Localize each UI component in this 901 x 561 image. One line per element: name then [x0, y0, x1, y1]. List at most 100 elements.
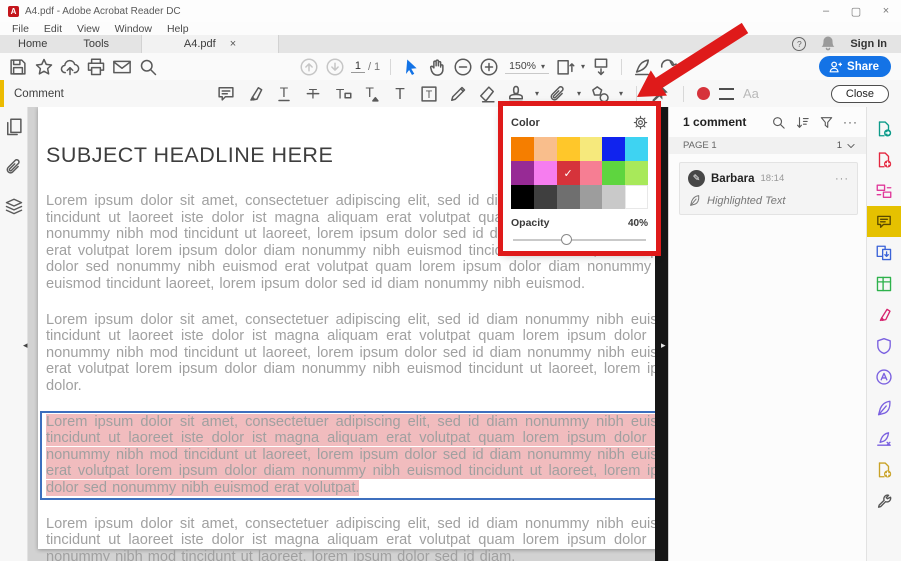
filter-comments-icon[interactable] [819, 115, 834, 130]
tool-organize-pages[interactable] [867, 268, 901, 299]
minimize-button[interactable]: – [811, 5, 841, 18]
color-swatch-11[interactable] [602, 161, 625, 185]
chevron-down-icon[interactable]: ▾ [619, 89, 623, 98]
collapse-right-panel-icon[interactable]: ▸ [661, 340, 666, 351]
color-swatch-3[interactable] [557, 137, 580, 161]
color-swatch-6[interactable] [625, 137, 648, 161]
maximize-button[interactable]: ▢ [841, 5, 871, 18]
color-swatch-4[interactable] [580, 137, 603, 161]
strikethrough-text-icon[interactable]: T [303, 84, 323, 104]
highlight-text-icon[interactable] [245, 84, 265, 104]
print-icon[interactable] [86, 57, 106, 77]
tab-home[interactable]: Home [0, 35, 65, 53]
cloud-upload-icon[interactable] [60, 57, 80, 77]
fill-sign-icon[interactable] [632, 57, 652, 77]
color-swatch-2[interactable] [534, 137, 557, 161]
tool-combine-files[interactable] [867, 237, 901, 268]
save-icon[interactable] [8, 57, 28, 77]
color-swatch-14[interactable] [534, 185, 557, 209]
close-window-button[interactable]: × [871, 5, 901, 18]
tool-more-tools[interactable] [867, 485, 901, 516]
previous-page-icon[interactable] [299, 57, 319, 77]
find-icon[interactable] [138, 57, 158, 77]
color-swatch-16[interactable] [580, 185, 603, 209]
sticky-note-icon[interactable] [216, 84, 236, 104]
left-rail-attachments-icon[interactable] [4, 157, 24, 177]
fit-options-icon[interactable] [555, 57, 575, 77]
opacity-slider[interactable] [511, 234, 648, 246]
color-swatch-17[interactable] [602, 185, 625, 209]
send-tools-icon[interactable] [658, 57, 678, 77]
chevron-down-icon[interactable]: ▾ [581, 62, 585, 71]
left-rail-page-thumbnails-icon[interactable] [4, 117, 24, 137]
left-rail-layers-icon[interactable] [4, 197, 24, 217]
highlighted-paragraph[interactable]: Lorem ipsum dolor sit amet, consectetuer… [46, 414, 668, 497]
tab-close-icon[interactable]: × [230, 38, 236, 50]
text-box-icon[interactable]: T [419, 84, 439, 104]
replace-text-icon[interactable]: T [332, 84, 352, 104]
color-swatch-1[interactable] [511, 137, 534, 161]
hand-tool-icon[interactable] [427, 57, 447, 77]
color-swatch-5[interactable] [602, 137, 625, 161]
tool-scan-ocr[interactable] [867, 454, 901, 485]
select-tool-icon[interactable] [401, 57, 421, 77]
tool-optimize-pdf[interactable] [867, 361, 901, 392]
help-icon[interactable]: ? [792, 37, 806, 51]
drawing-tools-icon[interactable] [590, 84, 610, 104]
tool-protect[interactable] [867, 330, 901, 361]
chevron-down-icon[interactable]: ▾ [577, 89, 581, 98]
chevron-down-icon[interactable]: ▾ [535, 89, 539, 98]
color-swatch-12[interactable] [625, 161, 648, 185]
draw-tool-icon[interactable] [448, 84, 468, 104]
notifications-icon[interactable] [818, 34, 838, 54]
chevron-down-icon[interactable] [846, 141, 856, 151]
menu-item-file[interactable]: File [9, 23, 32, 35]
menu-item-edit[interactable]: Edit [41, 23, 65, 35]
page-number-input[interactable]: 1 [351, 60, 365, 73]
insert-text-icon[interactable]: T [361, 84, 381, 104]
tool-export-pdf[interactable] [867, 113, 901, 144]
menu-item-help[interactable]: Help [164, 23, 192, 35]
scroll-mode-icon[interactable] [591, 57, 611, 77]
zoom-level-dropdown[interactable]: 150% ▾ [505, 59, 549, 74]
tab-tools[interactable]: Tools [65, 35, 127, 53]
tool-comment[interactable] [867, 206, 901, 237]
tool-fill-sign[interactable] [867, 392, 901, 423]
page-group-bar[interactable]: PAGE 1 1 [669, 137, 866, 154]
comments-options-icon[interactable]: ··· [843, 115, 858, 129]
highlight-annotation[interactable]: Lorem ipsum dolor sit amet, consectetuer… [46, 414, 668, 496]
share-button[interactable]: Share [819, 56, 891, 77]
menu-item-window[interactable]: Window [112, 23, 155, 35]
attach-file-icon[interactable] [548, 84, 568, 104]
color-swatch-15[interactable] [557, 185, 580, 209]
zoom-in-icon[interactable] [479, 57, 499, 77]
highlight-selection-box[interactable]: Lorem ipsum dolor sit amet, consectetuer… [40, 411, 668, 500]
text-style-icon[interactable]: Aa [743, 86, 759, 101]
gear-icon[interactable] [633, 115, 648, 130]
sort-comments-icon[interactable] [795, 115, 810, 130]
search-comments-icon[interactable] [771, 115, 786, 130]
add-text-comment-icon[interactable]: T [390, 84, 410, 104]
color-swatch-9[interactable]: ✓ [557, 161, 580, 185]
tool-redact[interactable] [867, 299, 901, 330]
comment-card[interactable]: ✎ Barbara 18:14 ··· Highlighted Text [679, 162, 858, 215]
color-swatch-7[interactable] [511, 161, 534, 185]
next-page-icon[interactable] [325, 57, 345, 77]
color-swatch-8[interactable] [534, 161, 557, 185]
keep-tool-selected-pin-icon[interactable] [650, 84, 670, 104]
sign-in-button[interactable]: Sign In [850, 38, 887, 50]
comment-options-icon[interactable]: ··· [835, 173, 849, 185]
underline-text-icon[interactable]: T [274, 84, 294, 104]
color-swatch-13[interactable] [511, 185, 534, 209]
zoom-out-icon[interactable] [453, 57, 473, 77]
tab-document[interactable]: A4.pdf × [141, 35, 279, 53]
color-swatch-18[interactable] [625, 185, 648, 209]
close-comment-toolbar-button[interactable]: Close [831, 85, 889, 103]
tool-certificates[interactable] [867, 423, 901, 454]
collapse-left-panel-icon[interactable]: ◂ [23, 340, 28, 351]
color-swatch-10[interactable] [580, 161, 603, 185]
eraser-icon[interactable] [477, 84, 497, 104]
menu-item-view[interactable]: View [74, 23, 103, 35]
tool-edit-pdf[interactable] [867, 175, 901, 206]
tool-create-pdf[interactable] [867, 144, 901, 175]
